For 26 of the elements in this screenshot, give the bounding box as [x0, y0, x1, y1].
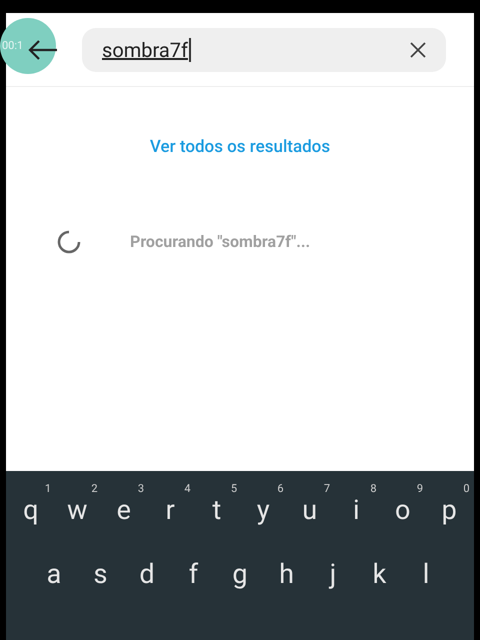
loading-spinner-icon	[56, 228, 82, 254]
keyboard-key[interactable]: f	[170, 549, 217, 599]
keyboard-key[interactable]: i 8	[333, 485, 380, 535]
keyboard-key[interactable]: j	[310, 549, 356, 599]
keyboard-key[interactable]: a	[30, 549, 78, 599]
keyboard-key[interactable]: y 6	[240, 485, 286, 535]
keyboard-key[interactable]: o 9	[380, 485, 426, 535]
search-text: sombra7f	[102, 38, 191, 62]
keyboard-key[interactable]: k	[356, 549, 403, 599]
keyboard-key[interactable]: g	[216, 549, 264, 599]
keyboard-key[interactable]: q 1	[8, 485, 54, 535]
search-field[interactable]: sombra7f	[82, 28, 446, 72]
keyboard-key[interactable]: r 4	[147, 485, 194, 535]
keyboard-key[interactable]: s	[77, 549, 124, 599]
keyboard-key[interactable]: d	[124, 549, 170, 599]
keyboard-key[interactable]: p 0	[426, 485, 472, 535]
keyboard-key[interactable]: u 7	[286, 485, 333, 535]
recording-time: 00:1	[2, 38, 24, 54]
keyboard-key[interactable]: e 3	[100, 485, 147, 535]
close-icon[interactable]	[410, 42, 426, 58]
keyboard-key[interactable]: h	[263, 549, 310, 599]
keyboard-key[interactable]: w 2	[54, 485, 100, 535]
back-arrow-icon	[28, 38, 58, 60]
searching-text: Procurando "sombra7f"...	[130, 230, 310, 252]
keyboard-key[interactable]: l	[402, 549, 450, 599]
keyboard-key[interactable]: t 5	[194, 485, 240, 535]
